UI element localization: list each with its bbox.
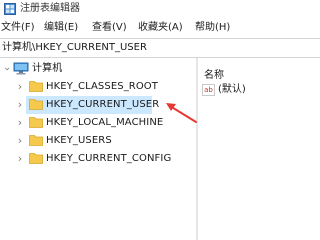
folder-icon: [29, 99, 43, 110]
menu-file[interactable]: 文件(F): [1, 21, 35, 35]
chevron-right-icon[interactable]: ›: [15, 151, 25, 167]
folder-icon: [29, 81, 43, 92]
ab-string-icon: ab: [202, 84, 215, 96]
menu-bar: 文件(F) 编辑(E) 查看(V) 收藏夹(A) 帮助(H): [0, 20, 320, 36]
menu-help[interactable]: 帮助(H): [195, 21, 230, 35]
address-bar[interactable]: 计算机\HKEY_CURRENT_USER: [0, 38, 320, 58]
tree-item-hkey-classes-root[interactable]: › HKEY_CLASSES_ROOT: [0, 78, 196, 96]
folder-icon: [29, 153, 43, 164]
tree-pane[interactable]: › 计算机 › HKEY_CLASSES_ROOT HKEY_CURRENT_U…: [0, 58, 196, 240]
column-header-name[interactable]: 名称: [204, 66, 224, 81]
tree-item-computer[interactable]: › 计算机: [0, 60, 196, 78]
tree-item-label: HKEY_CURRENT_CONFIG: [46, 153, 172, 164]
menu-view[interactable]: 查看(V): [92, 21, 127, 35]
tree-item-label: HKEY_CURRENT_USER: [46, 99, 160, 110]
window-title: 注册表编辑器: [20, 3, 80, 14]
menu-favorites[interactable]: 收藏夹(A): [138, 21, 183, 35]
registry-editor-icon: [4, 3, 16, 15]
value-name: (默认): [218, 84, 246, 95]
chevron-right-icon[interactable]: ›: [15, 79, 25, 95]
tree-item-label: HKEY_LOCAL_MACHINE: [46, 117, 164, 128]
title-bar: 注册表编辑器: [0, 0, 320, 18]
tree-item-label: HKEY_USERS: [46, 135, 112, 146]
values-pane[interactable]: 名称 ab (默认): [198, 58, 320, 240]
chevron-right-icon[interactable]: ›: [15, 115, 25, 131]
tree-item-label: 计算机: [32, 63, 63, 74]
tree-item-hkey-local-machine[interactable]: › HKEY_LOCAL_MACHINE: [0, 114, 196, 132]
address-path[interactable]: 计算机\HKEY_CURRENT_USER: [2, 41, 147, 55]
tree-item-hkey-current-user[interactable]: HKEY_CURRENT_USER: [26, 96, 159, 114]
folder-icon: [29, 117, 43, 128]
computer-icon: [13, 62, 29, 75]
menu-edit[interactable]: 编辑(E): [44, 21, 78, 35]
tree-item-hkey-current-config[interactable]: › HKEY_CURRENT_CONFIG: [0, 150, 196, 168]
tree-item-hkey-users[interactable]: › HKEY_USERS: [0, 132, 196, 150]
tree-item-label: HKEY_CLASSES_ROOT: [46, 81, 158, 92]
folder-icon: [29, 135, 43, 146]
chevron-right-icon[interactable]: ›: [15, 97, 25, 113]
chevron-right-icon[interactable]: ›: [15, 133, 25, 149]
